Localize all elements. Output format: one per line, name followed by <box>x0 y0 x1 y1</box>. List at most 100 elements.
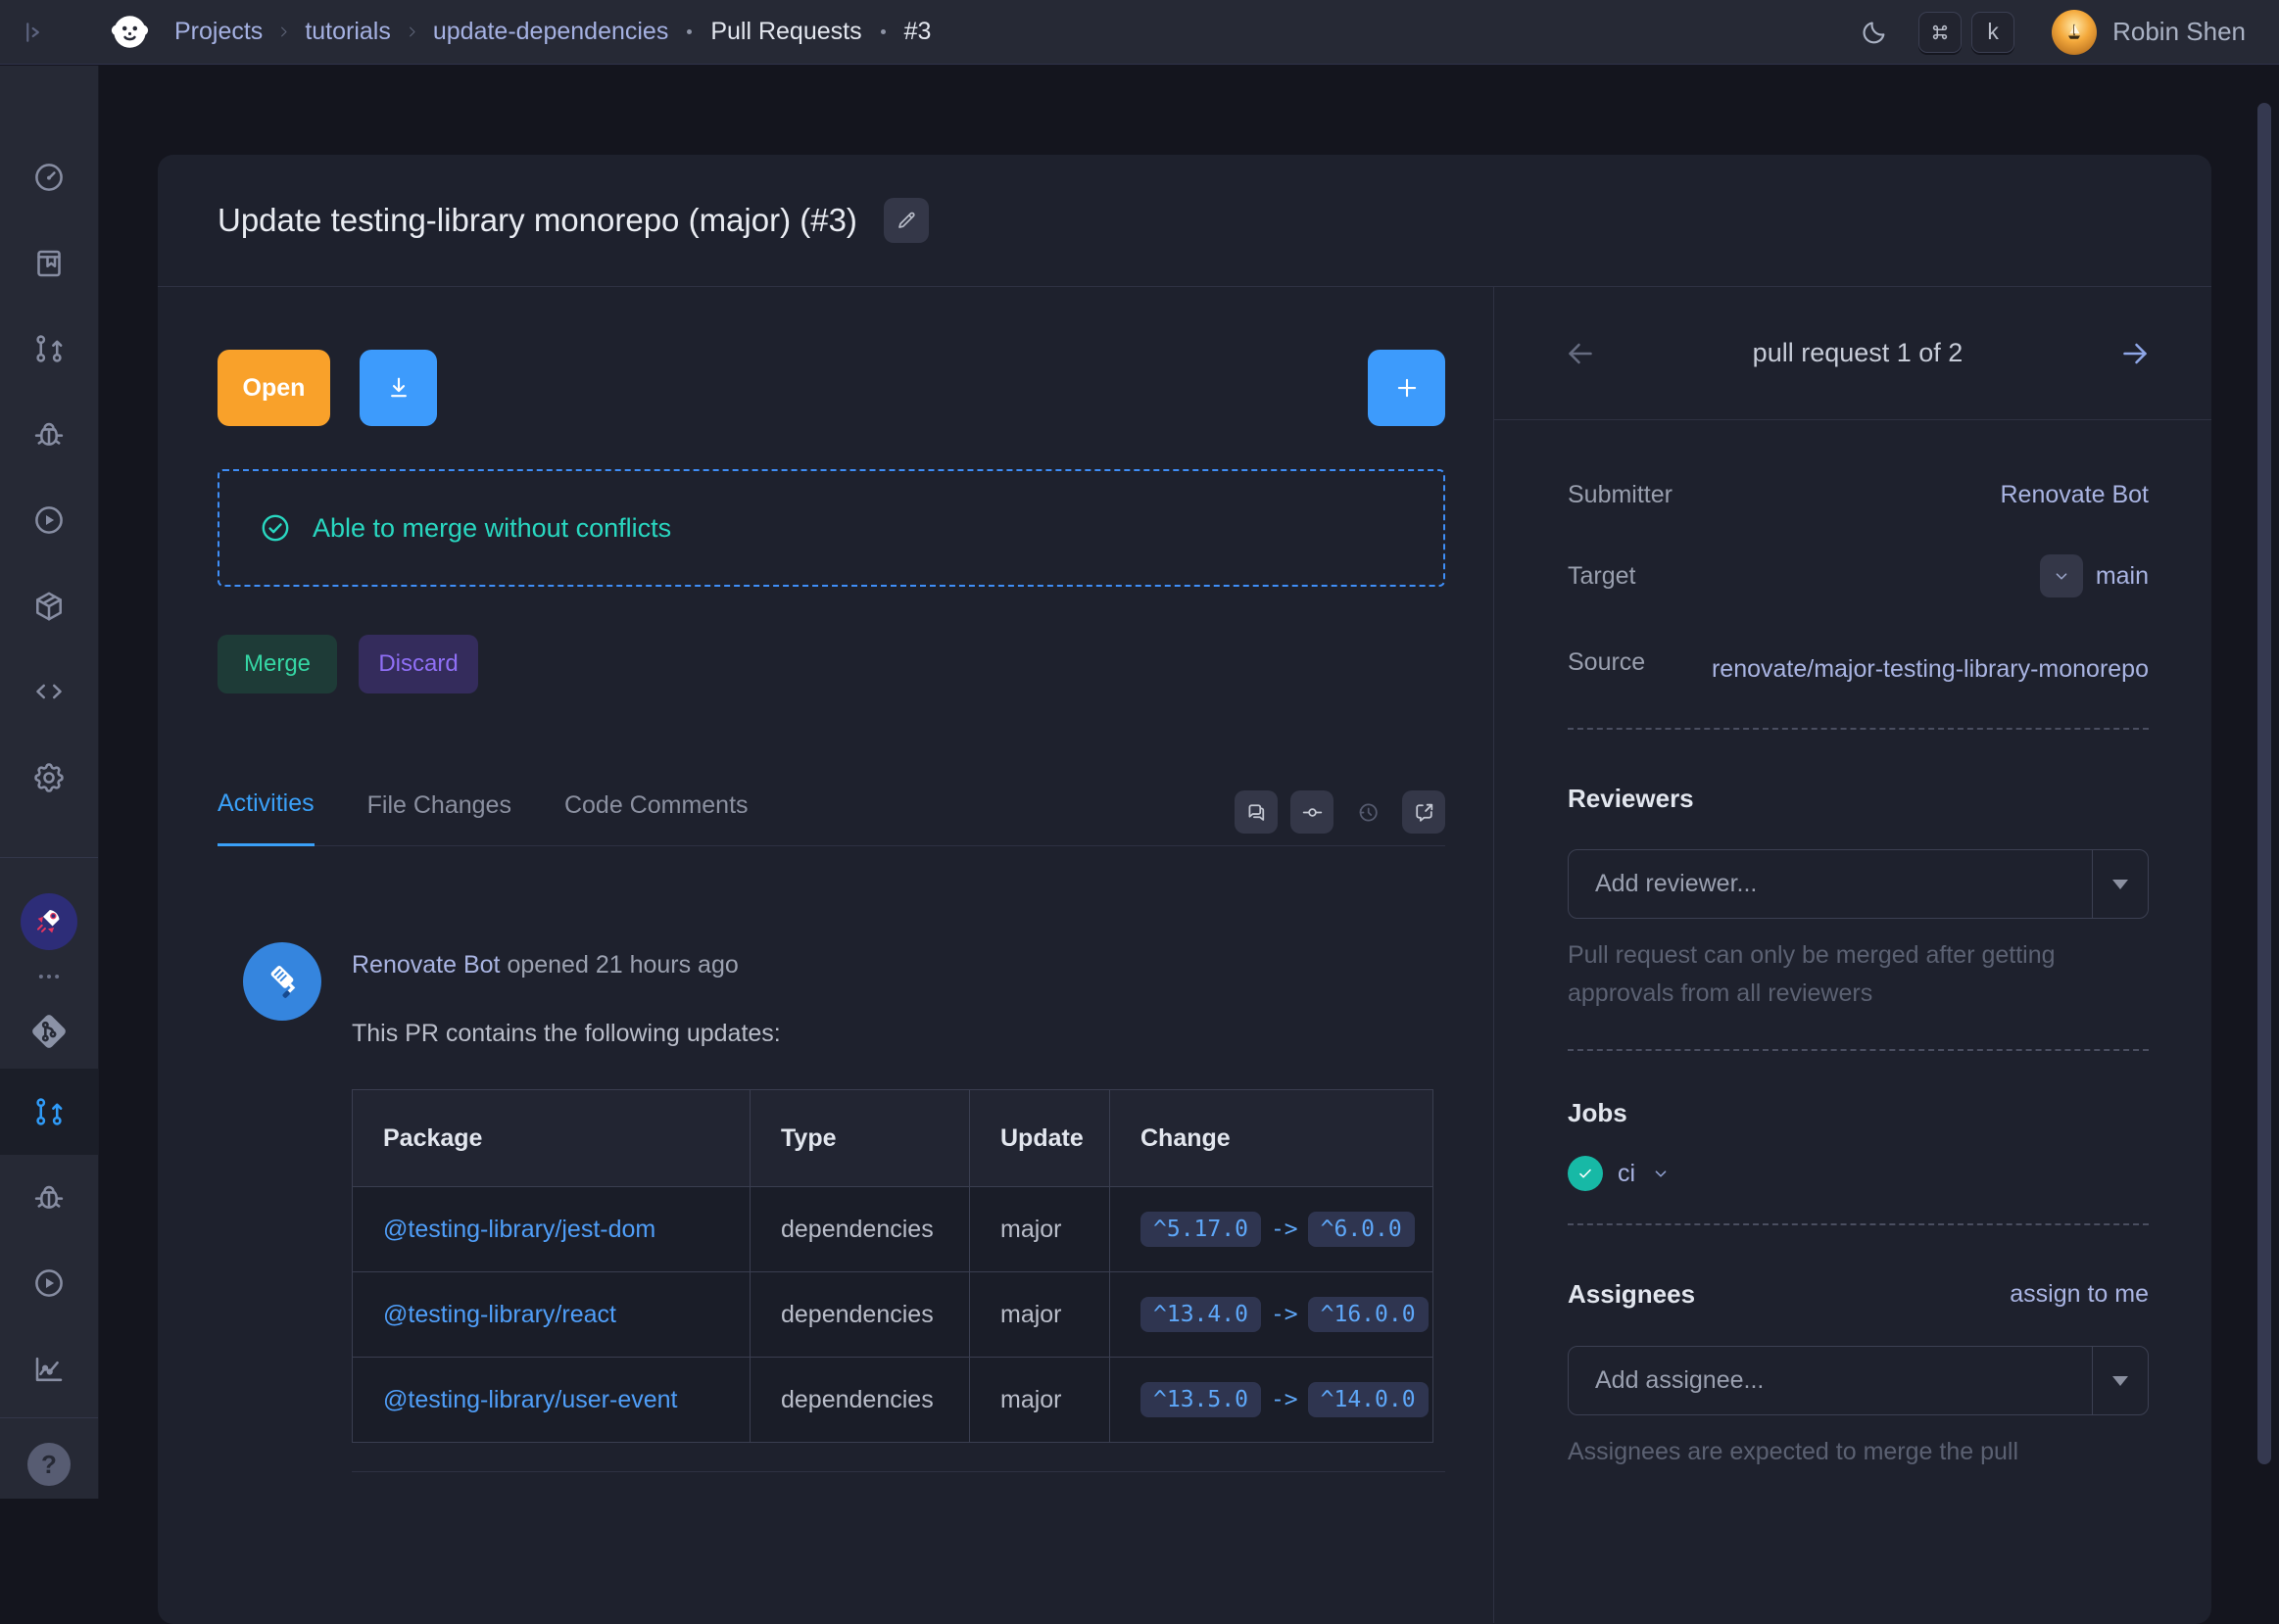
arrow-text: -> <box>1271 1387 1298 1412</box>
type-cell: dependencies <box>751 1358 970 1443</box>
package-link[interactable]: @testing-library/user-event <box>383 1386 678 1413</box>
merge-status-text: Able to merge without conflicts <box>313 513 671 544</box>
next-pull-request-button[interactable] <box>2117 336 2153 371</box>
chat-bubbles-icon <box>1244 800 1269 825</box>
add-button[interactable] <box>1368 350 1445 426</box>
change-cell: ^5.17.0 -> ^6.0.0 <box>1110 1187 1433 1272</box>
app-logo[interactable] <box>100 9 159 55</box>
source-branch-link[interactable]: renovate/major-testing-library-monorepo <box>1688 648 2149 691</box>
assign-to-me-link[interactable]: assign to me <box>2010 1280 2149 1309</box>
collapse-sidebar-button[interactable] <box>0 0 65 65</box>
target-branch-link[interactable]: main <box>2096 562 2149 591</box>
dropdown-arrow-icon <box>2092 850 2148 918</box>
table-header-row: Package Type Update Change <box>353 1090 1433 1187</box>
reviewers-help-text: Pull request can only be merged after ge… <box>1568 936 2149 1013</box>
activity-author-link[interactable]: Renovate Bot <box>352 951 501 979</box>
line-chart-icon <box>31 1352 67 1387</box>
panel-collapse-icon <box>18 18 47 47</box>
sidebar-item-issues[interactable] <box>0 392 98 477</box>
sidebar-item-project-pull-requests[interactable] <box>0 1069 98 1154</box>
scrollbar[interactable] <box>2257 103 2271 1464</box>
show-comments-button[interactable] <box>1235 790 1278 834</box>
sidebar-item-builds[interactable] <box>0 478 98 563</box>
sidebar-item-project-stats[interactable] <box>0 1326 98 1411</box>
sidebar-item-help[interactable]: ? <box>0 1430 98 1499</box>
add-reviewer-select[interactable]: Add reviewer... <box>1568 849 2149 919</box>
breadcrumb-dot-separator <box>881 29 886 34</box>
arrow-text: -> <box>1271 1302 1298 1327</box>
updates-table: Package Type Update Change @testing-libr… <box>352 1089 1433 1443</box>
update-cell: major <box>970 1358 1110 1443</box>
user-menu[interactable]: Robin Shen <box>2052 10 2246 55</box>
sidebar-item-dashboard[interactable] <box>0 135 98 220</box>
breadcrumb-projects-link[interactable]: Projects <box>174 18 263 46</box>
pr-pager: pull request 1 of 2 <box>1494 287 2211 420</box>
version-from-chip: ^5.17.0 <box>1140 1212 1261 1247</box>
sidebar-project-avatar[interactable] <box>0 887 98 956</box>
package-link[interactable]: @testing-library/jest-dom <box>383 1216 655 1243</box>
activity-entry: Renovate Bot opened 21 hours ago This PR… <box>218 942 1445 1472</box>
breadcrumb-project-link[interactable]: tutorials <box>305 18 391 46</box>
breadcrumb-section-pull-requests[interactable]: Pull Requests <box>710 18 861 46</box>
open-comment-externally-button[interactable] <box>1402 790 1445 834</box>
target-branch-dropdown-button[interactable] <box>2040 554 2083 597</box>
merge-button[interactable]: Merge <box>218 635 337 693</box>
sidebar-item-settings[interactable] <box>0 735 98 820</box>
breadcrumb: Projects tutorials update-dependencies P… <box>174 18 931 46</box>
sidebar-item-terminal[interactable] <box>0 649 98 735</box>
table-row: @testing-library/jest-dom dependencies m… <box>353 1187 1433 1272</box>
tab-activities[interactable]: Activities <box>218 788 315 846</box>
breadcrumb-dot-separator <box>687 29 692 34</box>
prev-pull-request-button[interactable] <box>1563 336 1598 371</box>
version-to-chip: ^14.0.0 <box>1308 1382 1429 1417</box>
gauge-icon <box>31 160 67 195</box>
edit-title-button[interactable] <box>884 198 929 243</box>
arrow-left-icon <box>1563 336 1598 371</box>
dark-mode-toggle-button[interactable] <box>1860 18 1889 47</box>
command-key-badge <box>1918 12 1962 53</box>
update-cell: major <box>970 1272 1110 1358</box>
tab-code-comments[interactable]: Code Comments <box>564 790 749 845</box>
column-header-update: Update <box>970 1090 1110 1187</box>
submitter-link[interactable]: Renovate Bot <box>2001 481 2150 509</box>
git-icon <box>27 1010 71 1053</box>
sidebar-item-packages[interactable] <box>0 563 98 648</box>
pull-request-icon <box>31 1094 67 1129</box>
tab-file-changes[interactable]: File Changes <box>367 790 511 845</box>
reviewers-heading: Reviewers <box>1568 784 2149 814</box>
type-cell: dependencies <box>751 1272 970 1358</box>
sidebar-item-more[interactable] <box>0 956 98 997</box>
version-to-chip: ^6.0.0 <box>1308 1212 1415 1247</box>
job-ci-link[interactable]: ci <box>1618 1160 1635 1188</box>
download-patch-button[interactable] <box>360 350 437 426</box>
breadcrumb-pr-number: #3 <box>904 18 932 46</box>
package-icon <box>31 589 67 624</box>
job-expand-button[interactable] <box>1650 1163 1672 1184</box>
onedev-logo-icon <box>107 9 153 55</box>
chevron-down-icon <box>1650 1163 1672 1184</box>
change-cell: ^13.4.0->^16.0.0 <box>1110 1272 1433 1358</box>
breadcrumb-separator-icon <box>405 24 419 39</box>
gear-icon <box>31 760 67 795</box>
discard-button[interactable]: Discard <box>359 635 478 693</box>
package-link[interactable]: @testing-library/react <box>383 1301 616 1328</box>
show-history-button[interactable] <box>1346 790 1389 834</box>
version-from-chip: ^13.5.0 <box>1140 1382 1261 1417</box>
breadcrumb-repository-link[interactable]: update-dependencies <box>433 18 668 46</box>
arrow-text: -> <box>1271 1217 1298 1242</box>
sidebar-item-project-issues[interactable] <box>0 1155 98 1240</box>
sidebar-item-git[interactable] <box>0 997 98 1066</box>
sidebar-item-code[interactable] <box>0 220 98 306</box>
sidebar-item-project-builds[interactable] <box>0 1240 98 1325</box>
section-divider <box>1568 728 2149 730</box>
renovate-bot-avatar <box>243 942 321 1021</box>
change-cell: ^13.5.0 -> ^14.0.0 <box>1110 1358 1433 1443</box>
activity-body-text: This PR contains the following updates: <box>352 1019 1445 1048</box>
main-area: Update testing-library monorepo (major) … <box>99 66 2279 1499</box>
code-icon <box>31 674 67 709</box>
source-label: Source <box>1568 648 1645 677</box>
sidebar-item-pull-requests[interactable] <box>0 307 98 392</box>
add-assignee-select[interactable]: Add assignee... <box>1568 1346 2149 1415</box>
table-row: @testing-library/user-event dependencies… <box>353 1358 1433 1443</box>
show-commits-button[interactable] <box>1290 790 1333 834</box>
